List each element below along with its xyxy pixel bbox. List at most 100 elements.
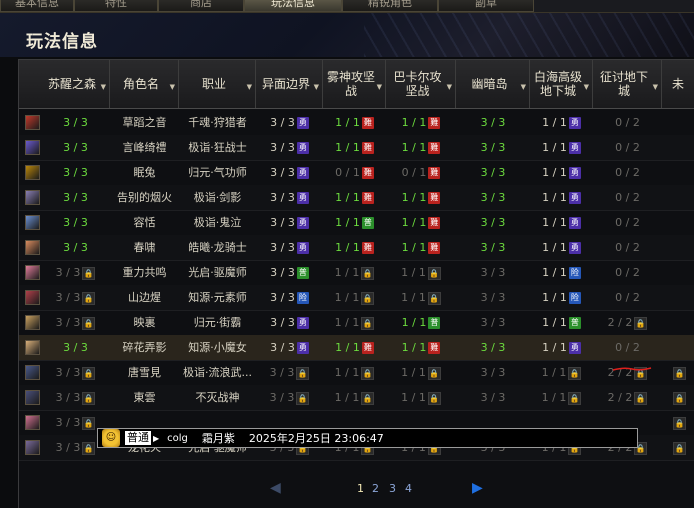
lock-icon: 🔒 [427,391,441,405]
cell-next [662,260,694,285]
table-row[interactable]: 3 / 3 🔒 山边煋 知源·元素师 3 / 3险1 / 1 🔒 1 / 1 🔒 3 / 31 … [19,285,694,311]
table-row[interactable]: 3 / 3 🔒 東雲 不灭战神 3 / 3 🔒 1 / 1 🔒 1 / 1 🔒 3 / 31 / 1… [19,385,694,411]
cell-dark-island: 3 / 3 [456,310,530,335]
col-header-job[interactable]: 职业 ▼ [179,60,256,108]
character-avatar[interactable] [25,165,40,180]
col-header-bakal[interactable]: 巴卡尔攻坚战 ▼ [386,60,456,108]
cell-job: 光启·驱魔师 [179,260,256,285]
character-avatar[interactable] [25,240,40,255]
character-avatar[interactable] [25,440,40,455]
cell-border: 3 / 3勇 [256,335,323,360]
col-header-label: 未 [672,77,685,91]
tab-basic-info[interactable]: 基本信息 [0,0,74,12]
cell-bakal: 1 / 1🔒 [386,260,456,285]
table-row[interactable]: 3 / 3 🔒 映裏 归元·街霸 3 / 3勇1 / 1 🔒 1 / 1普3 / 31 / … [19,310,694,336]
cell-next [662,235,694,260]
cell-fog-god: 1 / 1難 [323,335,386,360]
table-row[interactable]: 3 / 3 草蹈之音 千魂·狩猎者 3 / 3勇1 / 1難1 / 1難3 / 31 … [19,110,694,136]
page-4[interactable]: 4 [405,482,412,495]
character-avatar[interactable] [25,140,40,155]
table-row[interactable]: 3 / 3 碎花弄影 知源·小魔女 3 / 3勇1 / 1難1 / 1難3 / 31 … [19,335,694,361]
cell-raid: 0 / 2 [593,160,662,185]
lock-icon: 🔒 [673,441,686,455]
prev-page-arrow-icon[interactable]: ◀ [270,480,281,496]
tab-gameplay-info[interactable]: 玩法信息 [244,0,342,12]
hero-difficulty-badge: 勇 [296,117,309,129]
cell-awaken: 3 / 3 [41,335,110,360]
cell-next [662,210,694,235]
col-header-label: 雾神攻坚战 [326,70,375,98]
cell-next [662,285,694,310]
cell-raid: 0 / 2 [593,335,662,360]
table-row[interactable]: 3 / 3 告别的烟火 极诣·剑影 3 / 3勇1 / 1難1 / 1難3 / 31 … [19,185,694,211]
character-avatar[interactable] [25,215,40,230]
col-header-next[interactable]: 未 [662,60,694,108]
table-row[interactable]: 3 / 3 春啸 皓曦·龙骑士 3 / 3勇1 / 1難1 / 1難3 / 31 / … [19,235,694,261]
lock-icon: 🔒 [634,316,648,330]
sort-caret-icon: ▼ [246,83,252,91]
cell-fog-god-value: 1 / 1 [334,391,360,404]
tab-misc[interactable]: 副草 [438,0,534,12]
cell-border: 3 / 3勇 [256,210,323,235]
cell-border-value: 3 / 3 [270,266,295,279]
cell-border: 3 / 3勇 [256,235,323,260]
cell-character-name-value: 映裏 [133,316,156,329]
character-avatar[interactable] [25,415,40,430]
cell-awaken-value: 3 / 3 [55,291,81,304]
cell-border-value: 3 / 3 [270,191,295,204]
cell-raid-value: 0 / 2 [615,341,640,354]
cell-border-value: 3 / 3 [270,341,295,354]
cell-job: 极诣·狂战士 [179,135,256,160]
character-avatar[interactable] [25,265,40,280]
cell-next [662,335,694,360]
col-header-fog-god[interactable]: 雾神攻坚战 ▼ [323,60,386,108]
cell-bakal-value: 1 / 1 [401,391,426,404]
character-avatar[interactable] [25,190,40,205]
sort-caret-icon: ▼ [583,83,589,91]
character-avatar[interactable] [25,290,40,305]
character-avatar[interactable] [25,315,40,330]
cell-awaken: 3 / 3 [41,135,110,160]
cell-border-value: 3 / 3 [270,116,295,129]
cell-character-name: 碎花弄影 [110,335,179,360]
col-header-raid-dungeon[interactable]: 征讨地下城 ▼ [593,60,662,108]
page-2[interactable]: 2 [372,482,379,495]
character-avatar[interactable] [25,365,40,380]
col-header-character-name[interactable]: 角色名 ▼ [110,60,179,108]
cell-dark-island-value: 3 / 3 [480,291,506,304]
play-arrow-icon: ▶ [153,433,160,443]
tab-shop[interactable]: 商店 [158,0,244,12]
cell-job: 归元·气功师 [179,160,256,185]
table-row[interactable]: 3 / 3 眠兔 归元·气功师 3 / 3勇0 / 1難0 / 1難3 / 31 / … [19,160,694,186]
sort-caret-icon: ▼ [652,83,658,91]
cell-job-value: 归元·气功师 [188,166,247,179]
cell-white-sea-value: 1 / 1 [542,291,567,304]
character-avatar[interactable] [25,115,40,130]
hell-difficulty-badge: 難 [428,142,441,154]
col-header-border[interactable]: 异面边界 ▼ [256,60,323,108]
cell-fog-god: 1 / 1🔒 [323,260,386,285]
tab-traits[interactable]: 特性 [74,0,158,12]
next-page-arrow-icon[interactable]: ▶ [472,480,483,496]
character-avatar[interactable] [25,340,40,355]
cell-raid: 0 / 2 [593,185,662,210]
table-row[interactable]: 3 / 3 言峰绮禮 极诣·狂战士 3 / 3勇1 / 1難1 / 1難3 / 31 … [19,135,694,161]
cell-bakal: 1 / 1難 [386,135,456,160]
tab-elite-characters[interactable]: 精锐角色 [342,0,438,12]
cell-dark-island-value: 3 / 3 [480,366,506,379]
col-header-white-sea[interactable]: 白海高级地下城 ▼ [530,60,593,108]
table-row[interactable]: 3 / 3 🔒 重力共鸣 光启·驱魔师 3 / 3普1 / 1 🔒 1 / 1 🔒 3 / 31… [19,260,694,286]
table-row[interactable]: 3 / 3 🔒 唐雪見 极诣·流浪武... 3 / 3 🔒 1 / 1 🔒 1 / 1 🔒 3 / … [19,360,694,386]
page-1[interactable]: 1 [357,482,364,495]
character-avatar[interactable] [25,390,40,405]
cell-awaken-value: 3 / 3 [55,391,81,404]
col-header-dark-island[interactable]: 幽暗岛 ▼ [456,60,530,108]
cell-job: 知源·小魔女 [179,335,256,360]
col-header-awaken-forest[interactable]: 苏醒之森 ▼ [41,60,110,108]
table-row[interactable]: 3 / 3 容恬 极诣·鬼泣 3 / 3勇1 / 1普1 / 1難3 / 31 / 1… [19,210,694,236]
cell-job-value: 千魂·狩猎者 [188,116,247,129]
cell-raid-value: 0 / 2 [615,141,640,154]
hell-difficulty-badge: 難 [428,167,441,179]
hero-difficulty-badge: 勇 [568,142,581,154]
page-3[interactable]: 3 [389,482,396,495]
